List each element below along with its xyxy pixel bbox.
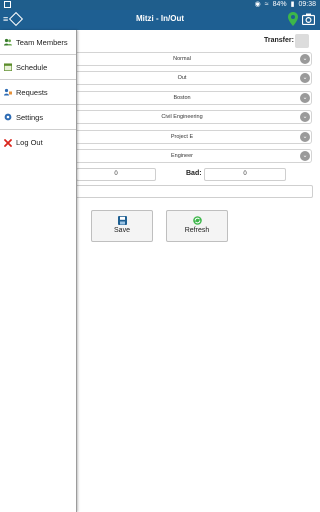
map-pin-icon[interactable] [288, 12, 298, 26]
team-members-icon [4, 38, 12, 46]
chevron-down-icon: ⌄ [300, 132, 310, 142]
location-select[interactable]: Boston ⌄ [64, 91, 312, 105]
drawer-item-label: Requests [16, 87, 48, 97]
project-select[interactable]: Project E ⌄ [64, 130, 312, 144]
logout-icon [4, 138, 12, 147]
drawer-item-label: Settings [16, 112, 44, 122]
status-type-select[interactable]: Normal ⌄ [64, 52, 312, 66]
status-bar: ◉ ≈ 84% ▮ 09:38 [0, 0, 320, 10]
battery-level: 84% [272, 1, 287, 8]
app-bar: ≡ Mitzi - In/Out [0, 10, 320, 30]
notes-input[interactable] [64, 185, 313, 198]
direction-select[interactable]: Out ⌄ [64, 71, 312, 85]
status-indicators: ◉ ≈ 84% ▮ 09:38 [255, 1, 316, 9]
page-title: Mitzi - In/Out [136, 14, 184, 23]
drawer-item-label: Schedule [16, 62, 48, 72]
navigation-drawer: Team Members Schedule Requests Settings … [0, 30, 77, 512]
role-select[interactable]: Engineer ⌄ [64, 149, 312, 163]
schedule-icon [4, 63, 12, 71]
department-value: Civil Engineering [161, 114, 203, 120]
transfer-checkbox[interactable] [295, 34, 309, 48]
department-select[interactable]: Civil Engineering ⌄ [64, 110, 312, 124]
direction-value: Out [177, 75, 187, 81]
bad-label: Bad: [186, 170, 202, 177]
drawer-item-label: Log Out [16, 138, 43, 147]
notification-icon [4, 1, 11, 8]
refresh-button[interactable]: Refresh [166, 210, 228, 242]
location-icon: ◉ [254, 1, 261, 8]
drawer-item-schedule[interactable]: Schedule [0, 55, 76, 80]
save-button[interactable]: Save [91, 210, 153, 242]
refresh-button-label: Refresh [184, 227, 210, 234]
requests-icon [4, 88, 12, 96]
location-value: Boston [173, 95, 191, 101]
good-quantity-input[interactable]: 0 [76, 168, 156, 181]
drawer-item-label: Team Members [16, 37, 68, 47]
chevron-down-icon: ⌄ [300, 112, 310, 122]
settings-icon [4, 113, 12, 121]
save-icon [117, 216, 127, 225]
project-value: Project E [170, 134, 194, 140]
chevron-down-icon: ⌄ [300, 73, 310, 83]
chevron-down-icon: ⌄ [300, 151, 310, 161]
chevron-down-icon: ⌄ [300, 93, 310, 103]
chevron-down-icon: ⌄ [300, 54, 310, 64]
drawer-item-log-out[interactable]: Log Out [0, 130, 76, 155]
refresh-icon [192, 216, 202, 225]
transfer-label: Transfer: [264, 37, 294, 44]
clock: 09:38 [298, 1, 316, 8]
drawer-item-team-members[interactable]: Team Members [0, 30, 76, 55]
drawer-item-requests[interactable]: Requests [0, 80, 76, 105]
status-type-value: Normal [173, 56, 191, 62]
bad-quantity-input[interactable]: 0 [204, 168, 286, 181]
wifi-icon: ≈ [264, 1, 269, 8]
camera-icon[interactable] [302, 13, 315, 25]
role-value: Engineer [170, 153, 194, 159]
battery-icon: ▮ [290, 1, 295, 8]
drawer-item-settings[interactable]: Settings [0, 105, 76, 130]
save-button-label: Save [114, 227, 130, 234]
